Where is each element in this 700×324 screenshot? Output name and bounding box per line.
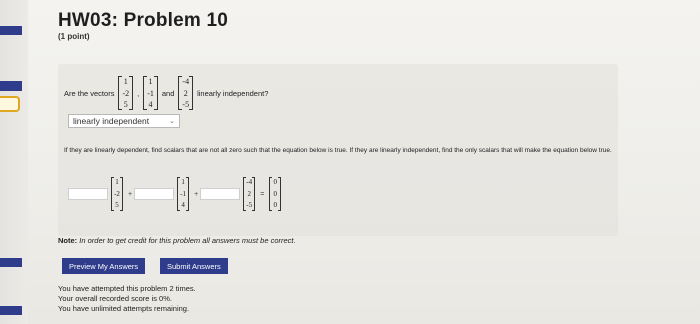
plus-sign: + [128, 190, 133, 198]
equation-vector-2: 1 -1 4 [177, 177, 190, 211]
vector-entry: 0 [273, 201, 278, 209]
independence-select[interactable]: linearly independent ⌄ [68, 114, 180, 128]
attempt-status: You have attempted this problem 2 times.… [58, 284, 196, 314]
vector-entry: -5 [182, 100, 190, 109]
nav-marker[interactable] [0, 258, 22, 267]
attempts-text: You have attempted this problem 2 times. [58, 284, 196, 293]
plus-sign: + [194, 190, 199, 198]
problem-box: Are the vectors 1 -2 5 , 1 -1 4 and -4 2… [58, 64, 618, 236]
nav-marker[interactable] [0, 306, 22, 315]
vector-entry: 4 [148, 100, 153, 109]
vector-entry: 1 [181, 178, 185, 186]
equation-row: 1 -2 5 + 1 -1 4 + -4 2 -5 = 0 0 0 [68, 174, 284, 214]
vector-entry: -2 [122, 88, 130, 98]
scalar-input-3[interactable] [200, 188, 241, 200]
scalar-input-2[interactable] [134, 188, 175, 200]
vector-entry: 2 [247, 189, 251, 198]
question-suffix: linearly independent? [197, 88, 269, 98]
submit-answers-button[interactable]: Submit Answers [160, 258, 228, 274]
vector-entry: -4 [246, 178, 253, 186]
chevron-down-icon: ⌄ [169, 118, 175, 125]
preview-answers-button[interactable]: Preview My Answers [62, 258, 146, 274]
question-row: Are the vectors 1 -2 5 , 1 -1 4 and -4 2… [64, 76, 272, 110]
vector-entry: -1 [180, 189, 187, 198]
vector-entry: -5 [246, 201, 253, 209]
vector-entry: 5 [115, 201, 119, 209]
points-label: (1 point) [58, 32, 90, 41]
and-word: and [161, 88, 175, 98]
nav-marker[interactable] [0, 81, 22, 91]
select-value: linearly independent [73, 116, 150, 126]
instructions-text: If they are linearly dependent, find sca… [64, 147, 612, 154]
page-title: HW03: Problem 10 [58, 10, 229, 31]
comma: , [137, 88, 140, 98]
vector-entry: -2 [114, 189, 120, 198]
note-text: In order to get credit for this problem … [79, 236, 296, 245]
remaining-text: You have unlimited attempts remaining. [58, 304, 190, 313]
nav-tab[interactable] [0, 96, 20, 112]
vector-entry: 4 [181, 201, 185, 209]
vector-entry: -1 [147, 88, 154, 98]
vector-entry: 0 [273, 178, 278, 186]
equation-vector-3: -4 2 -5 [243, 177, 256, 211]
question-prefix: Are the vectors [64, 88, 115, 98]
nav-marker[interactable] [0, 26, 22, 35]
vector-2: 1 -1 4 [143, 76, 158, 110]
vector-entry: 1 [148, 77, 153, 86]
main-content: HW03: Problem 10 (1 point) Are the vecto… [52, 0, 700, 324]
vector-1: 1 -2 5 [118, 76, 133, 110]
vector-entry: -4 [182, 77, 190, 86]
left-nav-strip [0, 0, 28, 324]
equation-vector-1: 1 -2 5 [111, 177, 123, 211]
scalar-input-1[interactable] [68, 188, 108, 200]
equals-sign: = [260, 190, 265, 198]
zero-vector: 0 0 0 [269, 177, 282, 211]
score-text: Your overall recorded score is 0%. [58, 294, 172, 303]
vector-entry: 1 [115, 178, 119, 186]
note-label: Note: [58, 236, 78, 245]
vector-entry: 2 [183, 88, 188, 98]
vector-entry: 1 [123, 77, 128, 86]
vector-3: -4 2 -5 [178, 76, 193, 110]
vector-entry: 5 [123, 100, 128, 109]
credit-note: Note: In order to get credit for this pr… [58, 236, 296, 245]
vector-entry: 0 [273, 189, 278, 198]
